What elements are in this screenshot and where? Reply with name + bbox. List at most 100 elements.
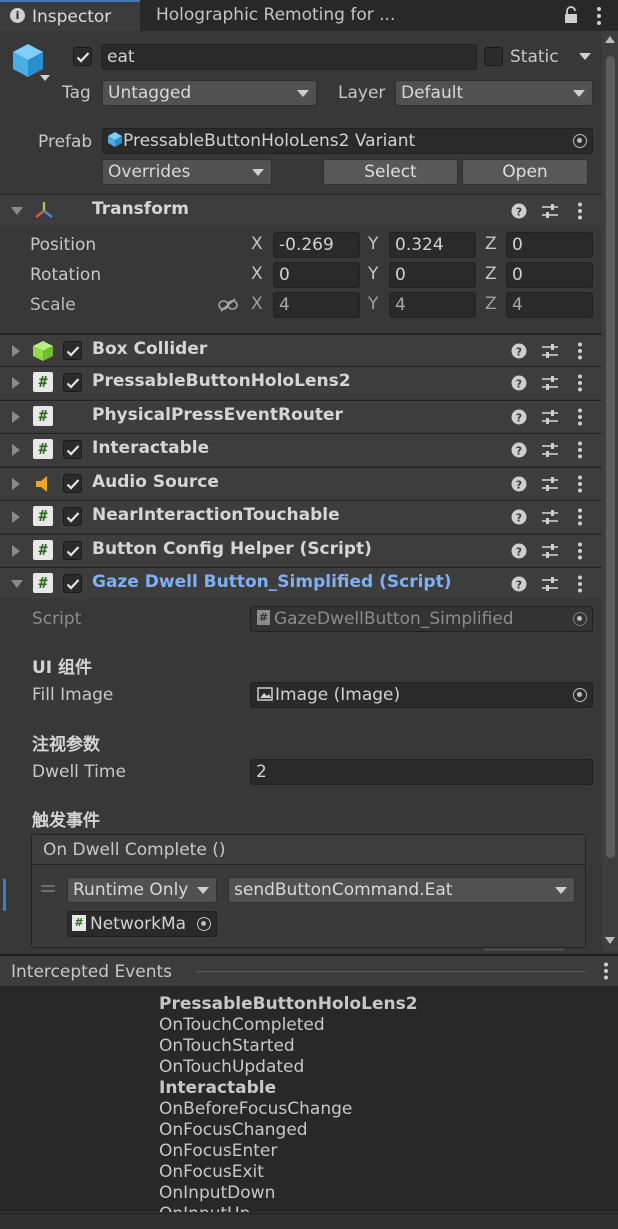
position-y-input[interactable]: 0.324 [389,232,476,258]
component-enabled-checkbox[interactable] [63,341,82,360]
prefab-cube-icon [108,132,122,147]
dwell-time-input[interactable]: 2 [250,759,593,785]
preset-sliders-icon[interactable] [541,203,559,219]
select-button[interactable]: Select [323,159,458,185]
component-menu-icon[interactable] [577,374,583,392]
component-menu-icon[interactable] [577,342,583,360]
scroll-down-arrow-icon[interactable] [605,937,615,944]
prefab-field[interactable]: PressableButtonHoloLens2 Variant [102,128,593,154]
component-menu-icon[interactable] [577,542,583,560]
intercepted-events-header[interactable]: Intercepted Events [0,954,618,986]
rotation-x-input[interactable]: 0 [273,262,360,288]
fold-collapsed-icon [12,478,20,490]
event-box: On Dwell Complete () Runtime Only sendBu… [31,834,586,948]
fold-collapsed-icon [12,511,20,523]
help-icon[interactable]: ? [511,476,527,492]
fold-collapsed-icon [12,377,20,389]
scale-x-input[interactable]: 4 [273,292,360,318]
runtime-dropdown[interactable]: Runtime Only [67,877,217,903]
component-enabled-checkbox[interactable] [63,574,82,593]
scrollbar-thumb[interactable] [606,56,615,858]
function-dropdown[interactable]: sendButtonCommand.Eat [228,877,575,903]
rotation-z-input[interactable]: 0 [506,262,593,288]
preset-sliders-icon[interactable] [541,375,559,391]
event-target-field[interactable]: # NetworkMa [67,911,217,937]
help-icon[interactable]: ? [511,576,527,592]
object-name-value: eat [107,47,135,67]
object-name-input[interactable]: eat [101,44,477,70]
active-checkbox[interactable] [73,47,92,66]
component-title: Button Config Helper (Script) [92,539,372,559]
drag-handle-icon[interactable] [41,885,55,892]
help-icon[interactable]: ? [511,442,527,458]
scale-label: Scale [30,295,76,315]
preset-sliders-icon[interactable] [541,476,559,492]
rotation-y-input[interactable]: 0 [389,262,476,288]
kebab-menu-icon[interactable] [594,6,604,26]
event-item: OnInputUp [159,1204,250,1212]
component-menu-icon[interactable] [577,508,583,526]
component-box-collider[interactable]: Box Collider ? [0,333,602,365]
scale-z-input[interactable]: 4 [506,292,593,318]
static-checkbox[interactable] [484,47,503,66]
component-enabled-checkbox[interactable] [63,373,82,392]
component-enabled-checkbox[interactable] [63,541,82,560]
component-audio-source[interactable]: Audio Source ? [0,467,602,499]
preset-sliders-icon[interactable] [541,343,559,359]
overrides-dropdown[interactable]: Overrides [102,159,272,185]
component-menu-icon[interactable] [577,202,583,220]
preset-sliders-icon[interactable] [541,509,559,525]
component-pressable-button[interactable]: # PressableButtonHoloLens2 ? [0,366,602,398]
tag-dropdown[interactable]: Untagged [102,80,317,106]
position-z-input[interactable]: 0 [506,232,593,258]
help-icon[interactable]: ? [511,409,527,425]
help-icon[interactable]: ? [511,543,527,559]
component-interactable[interactable]: # Interactable ? [0,433,602,465]
component-menu-icon[interactable] [577,575,583,593]
object-picker-icon[interactable] [197,917,211,931]
tab-inspector[interactable]: i Inspector [0,0,140,31]
component-physical-press-event-router[interactable]: # PhysicalPressEventRouter ? [0,400,602,432]
preset-sliders-icon[interactable] [541,409,559,425]
preset-sliders-icon[interactable] [541,576,559,592]
component-gaze-dwell-button[interactable]: # Gaze Dwell Button_Simplified (Script) … [0,567,602,599]
inspector-scrollbar[interactable] [602,31,618,951]
fill-image-field[interactable]: Image (Image) [250,682,593,708]
constrain-proportions-link-icon[interactable] [218,297,238,313]
component-near-interaction-touchable[interactable]: # NearInteractionTouchable ? [0,500,602,532]
rotation-y-label: Y [368,264,379,284]
panel-menu-icon[interactable] [603,962,609,980]
component-enabled-checkbox[interactable] [63,440,82,459]
script-icon: # [33,439,53,459]
chevron-down-icon[interactable] [40,75,50,81]
component-button-config-helper[interactable]: # Button Config Helper (Script) ? [0,534,602,566]
object-picker-icon[interactable] [573,688,587,702]
component-menu-icon[interactable] [577,441,583,459]
static-dropdown-arrow-icon[interactable] [579,53,591,60]
transform-header[interactable]: Transform ? [0,194,602,226]
component-enabled-checkbox[interactable] [63,507,82,526]
speaker-icon [36,476,47,492]
fold-expanded-icon [11,207,23,215]
position-x-input[interactable]: -0.269 [273,232,360,258]
layer-dropdown[interactable]: Default [395,80,593,106]
help-icon[interactable]: ? [511,343,527,359]
component-menu-icon[interactable] [577,475,583,493]
script-value: GazeDwellButton_Simplified [274,609,514,629]
box-collider-icon [33,341,53,361]
svg-text:?: ? [516,512,522,525]
component-enabled-checkbox[interactable] [63,474,82,493]
tab-holographic-remoting[interactable]: Holographic Remoting for ... [142,0,412,31]
component-menu-icon[interactable] [577,408,583,426]
scale-y-input[interactable]: 4 [389,292,476,318]
preset-sliders-icon[interactable] [541,442,559,458]
object-picker-icon[interactable] [573,134,587,148]
help-icon[interactable]: ? [511,203,527,219]
scroll-up-arrow-icon[interactable] [605,36,615,43]
chevron-down-icon [573,90,585,97]
help-icon[interactable]: ? [511,509,527,525]
lock-icon[interactable] [563,6,579,24]
help-icon[interactable]: ? [511,375,527,391]
open-button[interactable]: Open [462,159,588,185]
preset-sliders-icon[interactable] [541,543,559,559]
